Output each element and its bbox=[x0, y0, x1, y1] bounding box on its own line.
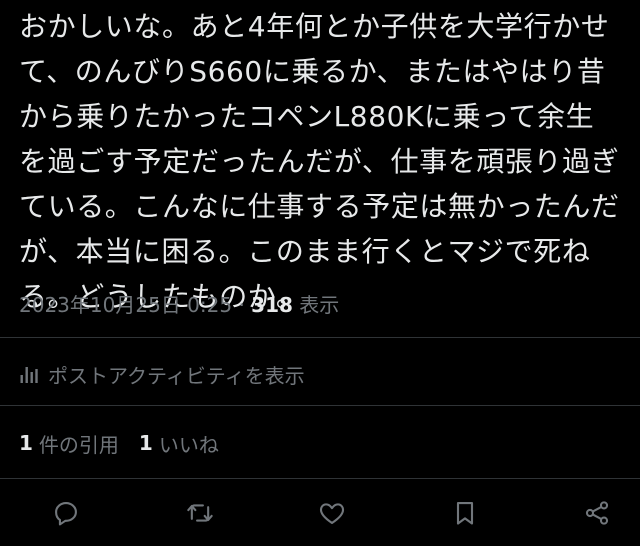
tweet-text-line: を過ごす予定だったんだが、仕事を頑張り過ぎ bbox=[19, 145, 620, 178]
likes-label: いいね bbox=[158, 432, 219, 457]
analytics-icon bbox=[20, 367, 38, 383]
tweet-text: おかしいな。あと4年何とか子供を大学行かせ て、のんびりS660に乗るか、または… bbox=[19, 4, 637, 319]
tweet-text-line: て、のんびりS660に乗るか、またはやはり昔 bbox=[19, 55, 606, 88]
meta-separator: · bbox=[238, 293, 245, 317]
repost-icon bbox=[187, 504, 213, 522]
tweet-text-line: おかしいな。あと4年何とか子供を大学行かせ bbox=[19, 10, 610, 43]
tweet-text-line: ている。こんなに仕事する予定は無かったんだ bbox=[19, 190, 620, 223]
views-count: 318 bbox=[251, 293, 293, 317]
tweet-text-line: が、本当に困る。このまま行くとマジで死ね bbox=[19, 235, 591, 268]
tweet-meta: 2023年10月25日 0:25 · 318 表示 bbox=[19, 287, 339, 323]
share-button[interactable] bbox=[583, 499, 611, 527]
like-button[interactable] bbox=[318, 499, 346, 527]
quotes-label: 件の引用 bbox=[38, 432, 119, 457]
reply-button[interactable] bbox=[52, 499, 80, 527]
divider bbox=[0, 405, 640, 406]
views-label: 表示 bbox=[299, 293, 340, 317]
post-activity-link[interactable]: ポストアクティビティを表示 bbox=[19, 357, 305, 391]
repost-button[interactable] bbox=[186, 499, 214, 527]
bookmark-button[interactable] bbox=[451, 499, 479, 527]
reply-icon bbox=[55, 502, 77, 526]
post-activity-label: ポストアクティビティを表示 bbox=[48, 363, 305, 388]
divider bbox=[0, 478, 640, 479]
quotes-count: 1 bbox=[19, 431, 33, 455]
action-bar bbox=[0, 492, 640, 534]
likes-count: 1 bbox=[138, 431, 153, 455]
tweet-text-line: から乗りたかったコペンL880Kに乗って余生 bbox=[19, 100, 595, 133]
likes-count-link[interactable]: 1 いいね bbox=[139, 429, 219, 458]
like-icon bbox=[319, 503, 345, 524]
tweet-timestamp[interactable]: 2023年10月25日 0:25 bbox=[19, 293, 232, 317]
engagement-counts: 1 件の引用 1 いいね bbox=[19, 426, 239, 460]
share-icon bbox=[585, 501, 609, 525]
bookmark-icon bbox=[456, 502, 474, 525]
divider bbox=[0, 337, 640, 338]
quotes-count-link[interactable]: 1 件の引用 bbox=[19, 429, 119, 458]
